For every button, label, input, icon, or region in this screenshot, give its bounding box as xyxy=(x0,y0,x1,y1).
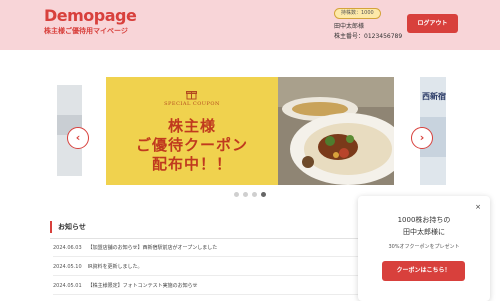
popup-message-2: 田中太郎様に xyxy=(403,228,445,236)
news-heading: お知らせ xyxy=(50,221,86,233)
logo-subtitle: 株主様ご優待用マイページ xyxy=(44,27,128,35)
banner-headline-3: 配布中！！ xyxy=(151,155,232,173)
close-icon[interactable]: × xyxy=(475,203,481,211)
carousel-dot[interactable] xyxy=(243,192,248,197)
logo[interactable]: Demopage xyxy=(44,7,137,25)
banner-headline-2: ご優待クーポン xyxy=(135,136,248,154)
news-item[interactable]: 2024.05.10 IR資料を更新しました。 xyxy=(53,259,358,276)
popup-note: 30%オフクーポンをプレゼント xyxy=(388,244,460,250)
food-photo xyxy=(278,77,394,185)
news-date: 2024.05.01 xyxy=(53,283,82,289)
banner-headline-1: 株主様 xyxy=(167,117,216,135)
news-date: 2024.05.10 xyxy=(53,264,82,270)
carousel-prev-button[interactable]: ‹ xyxy=(67,127,89,149)
news-date: 2024.06.03 xyxy=(53,245,82,251)
carousel-next-button[interactable]: › xyxy=(411,127,433,149)
news-text: 【加盟店舗のお知らせ】西新宿駅前店がオープンしました xyxy=(87,245,218,251)
coupon-banner[interactable]: SPECIAL COUPON 株主様 ご優待クーポン 配布中！！ xyxy=(106,77,394,185)
carousel-dot[interactable] xyxy=(234,192,239,197)
user-name: 田中太郎様 xyxy=(334,23,365,30)
site-header: Demopage 株主様ご優待用マイページ 持株数：1000 田中太郎様 株主番… xyxy=(0,0,500,50)
coupon-label: SPECIAL COUPON xyxy=(164,101,220,107)
shareholder-number: 株主番号：0123456789 xyxy=(334,33,403,40)
banner-text-panel: SPECIAL COUPON 株主様 ご優待クーポン 配布中！！ xyxy=(106,77,278,185)
popup-message-1: 1000株お持ちの xyxy=(397,216,451,224)
news-text: IR資料を更新しました。 xyxy=(87,264,143,270)
news-item[interactable]: 2024.05.01 【株主様限定】フォトコンテスト実施のお知らせ xyxy=(53,278,358,295)
carousel-dot-active[interactable] xyxy=(261,192,266,197)
coupon-button[interactable]: クーポンはこちら！ xyxy=(382,261,465,281)
news-item[interactable]: 2024.06.03 【加盟店舗のお知らせ】西新宿駅前店がオープンしました xyxy=(53,240,358,257)
shares-badge: 持株数：1000 xyxy=(334,8,381,19)
carousel-dot[interactable] xyxy=(252,192,257,197)
news-divider xyxy=(50,238,360,239)
logout-button[interactable]: ログアウト xyxy=(407,14,458,33)
coupon-popup: × 1000株お持ちの 田中太郎様に 30%オフクーポンをプレゼント クーポンは… xyxy=(358,196,490,301)
news-text: 【株主様限定】フォトコンテスト実施のお知らせ xyxy=(87,283,198,289)
next-slide-text: 西新宿 xyxy=(422,92,446,101)
